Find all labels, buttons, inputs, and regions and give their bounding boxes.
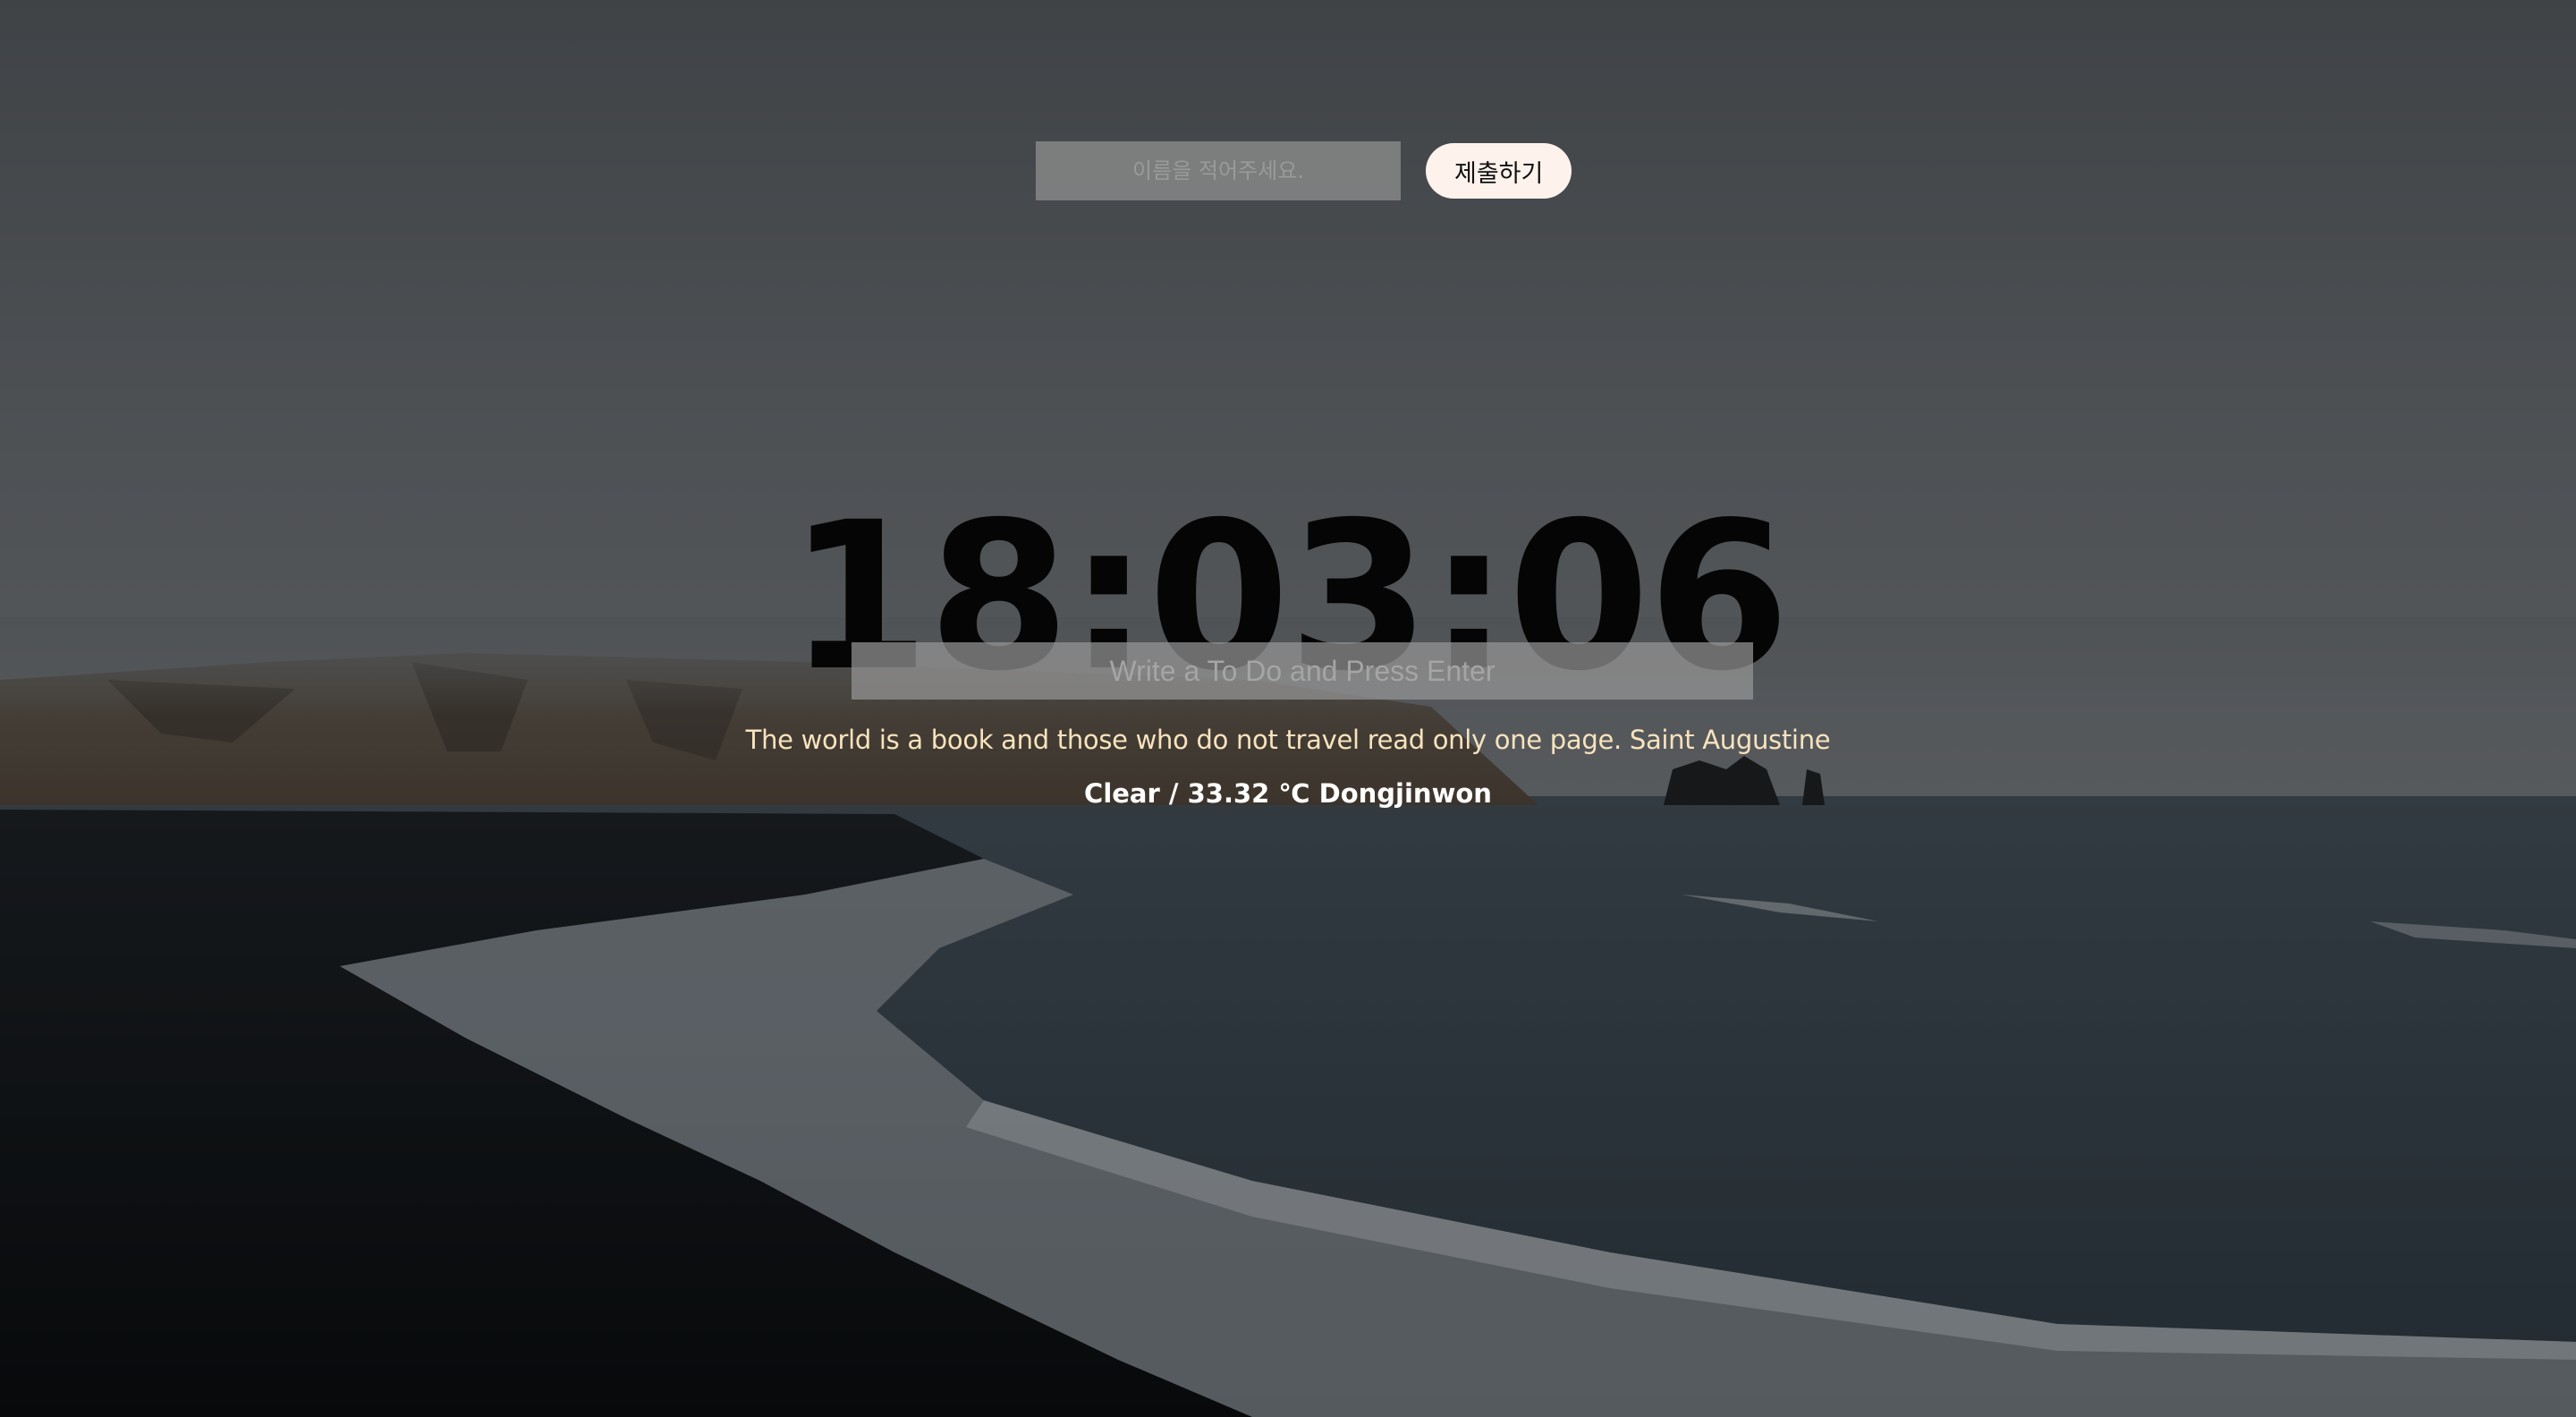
weather-temperature: 33.32 ℃	[1187, 778, 1310, 809]
weather-info: Clear / 33.32 ℃ Dongjinwon	[0, 778, 2576, 809]
quote-text: The world is a book and those who do not…	[745, 725, 1623, 755]
login-form: 제출하기	[1036, 141, 1572, 200]
quote-author: Saint Augustine	[1629, 725, 1831, 755]
submit-button[interactable]: 제출하기	[1426, 143, 1572, 199]
todo-form	[852, 642, 1753, 700]
weather-separator: /	[1159, 778, 1188, 809]
name-input[interactable]	[1036, 141, 1401, 200]
weather-location: Dongjinwon	[1318, 778, 1492, 809]
todo-input[interactable]	[852, 642, 1753, 700]
quote: The world is a book and those who do not…	[0, 725, 2576, 755]
weather-condition: Clear	[1084, 778, 1160, 809]
app-screen: 제출하기 18:03:06 The world is a book and th…	[0, 0, 2576, 1417]
